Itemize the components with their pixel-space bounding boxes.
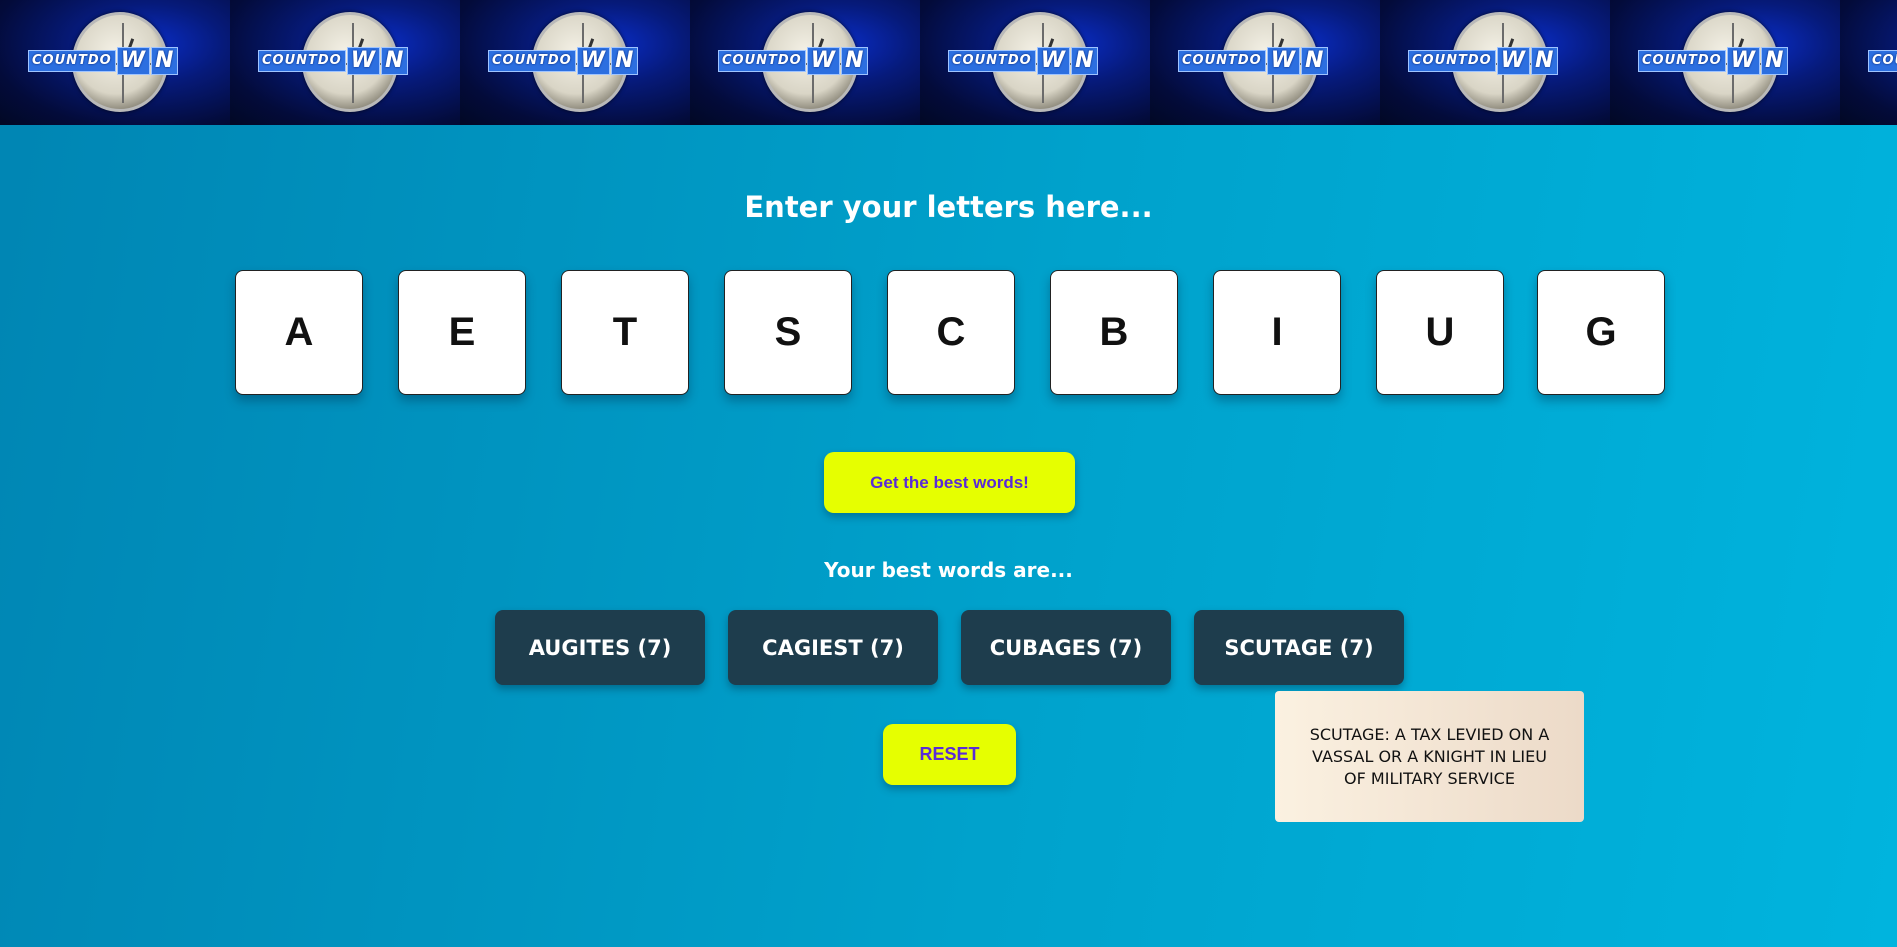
countdown-logo-text: COUNTDOWN xyxy=(1178,47,1329,75)
word-result-cagiest[interactable]: CAGIEST (7) xyxy=(728,610,938,685)
word-result-scutage[interactable]: SCUTAGE (7) xyxy=(1194,610,1404,685)
letter-tile-6[interactable]: B xyxy=(1050,270,1178,395)
letter-tile-9[interactable]: G xyxy=(1537,270,1665,395)
countdown-logo-tile: COUNTDOWN xyxy=(460,0,690,125)
countdown-logo-text: COUNTDOWN xyxy=(1638,47,1789,75)
letter-tile-2[interactable]: E xyxy=(398,270,526,395)
countdown-logo-tile: COUNTDOWN xyxy=(0,0,230,125)
word-result-cubages[interactable]: CUBAGES (7) xyxy=(961,610,1171,685)
letter-tile-5[interactable]: C xyxy=(887,270,1015,395)
letters-heading: Enter your letters here... xyxy=(744,190,1153,224)
countdown-logo-tile: COUNTDOWN xyxy=(1380,0,1610,125)
countdown-logo-text: COUNTDOWN xyxy=(948,47,1099,75)
countdown-banner: COUNTDO W N COUNTDO W N COUNTDO W N COUNTDO W N COUN… xyxy=(0,0,1897,125)
letter-tile-3[interactable]: T xyxy=(561,270,689,395)
word-definition-tooltip: SCUTAGE: A TAX LEVIED ON A VASSAL OR A K… xyxy=(1275,691,1584,822)
results-heading: Your best words are... xyxy=(824,558,1073,582)
countdown-logo-tile: COUNTDOWN xyxy=(1610,0,1840,125)
countdown-logo-tile: COUNTDOWN xyxy=(920,0,1150,125)
letter-tiles: A E T S C B I U G xyxy=(235,270,1665,396)
countdown-logo-tile: COUNTDOWN xyxy=(230,0,460,125)
countdown-logo-text: COUNTDOWN xyxy=(258,47,409,75)
reset-button[interactable]: RESET xyxy=(883,724,1016,785)
countdown-logo-tile: COUNTDOWN xyxy=(690,0,920,125)
word-result-augites[interactable]: AUGITES (7) xyxy=(495,610,705,685)
letter-tile-1[interactable]: A xyxy=(235,270,363,395)
get-best-words-button[interactable]: Get the best words! xyxy=(824,452,1075,513)
letter-tile-8[interactable]: U xyxy=(1376,270,1504,395)
countdown-logo-text: COUNTDOWN xyxy=(718,47,869,75)
countdown-logo-text: COUNTDOWN xyxy=(1868,47,1897,75)
countdown-logo-tile: COUNTDOWN xyxy=(1150,0,1380,125)
countdown-logo-text: COUNTDOWN xyxy=(1408,47,1559,75)
letter-tile-7[interactable]: I xyxy=(1213,270,1341,395)
countdown-logo-text: COUNTDOWN xyxy=(28,47,179,75)
letter-tile-4[interactable]: S xyxy=(724,270,852,395)
countdown-logo-text: COUNTDOWN xyxy=(488,47,639,75)
countdown-logo-tile: COUNTDOWN xyxy=(1840,0,1897,125)
